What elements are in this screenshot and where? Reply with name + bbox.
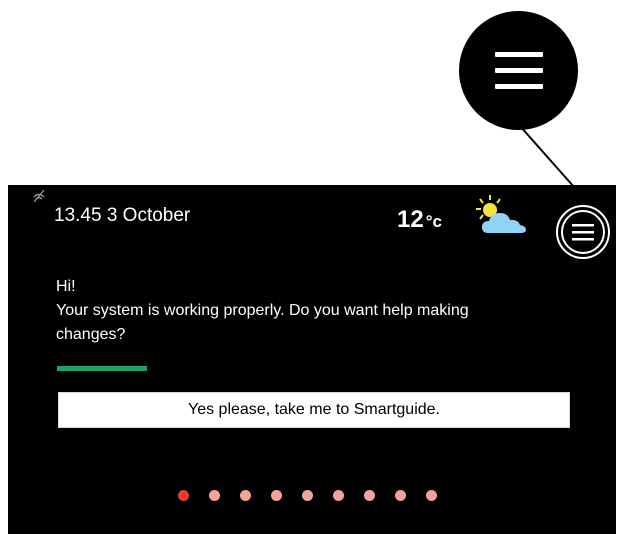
page-dot[interactable] xyxy=(302,490,313,501)
progress-bar xyxy=(57,366,147,371)
greeting-line: Hi! xyxy=(56,278,76,295)
temperature-value: 12 xyxy=(397,206,424,233)
page-dot[interactable] xyxy=(271,490,282,501)
smartguide-button[interactable]: Yes please, take me to Smartguide. xyxy=(58,392,570,428)
page-indicator xyxy=(178,490,437,501)
status-line: Your system is working properly. Do you … xyxy=(56,302,469,319)
menu-zoom-callout xyxy=(459,11,578,130)
page-dot[interactable] xyxy=(426,490,437,501)
home-screen: 13.45 3 October 12 °c Hi! Your system is… xyxy=(8,185,616,534)
status-message: Hi! Your system is working properly. Do … xyxy=(56,275,556,347)
hamburger-icon xyxy=(572,224,594,241)
page-dot[interactable] xyxy=(333,490,344,501)
status-line-cont: changes? xyxy=(56,326,126,343)
page-dot[interactable] xyxy=(240,490,251,501)
page-dot[interactable] xyxy=(364,490,375,501)
page-dot[interactable] xyxy=(209,490,220,501)
menu-button-inner xyxy=(561,210,605,254)
signal-icon xyxy=(33,189,45,203)
date-time: 13.45 3 October xyxy=(54,205,191,226)
page: 13.45 3 October 12 °c Hi! Your system is… xyxy=(0,0,617,534)
temperature-unit: °c xyxy=(425,212,442,231)
hamburger-menu-icon xyxy=(494,51,543,89)
page-dot-active[interactable] xyxy=(178,490,189,501)
partly-sunny-icon xyxy=(476,195,526,233)
outdoor-temperature: 12 °c xyxy=(397,207,442,235)
page-dot[interactable] xyxy=(395,490,406,501)
menu-button[interactable] xyxy=(556,205,610,259)
